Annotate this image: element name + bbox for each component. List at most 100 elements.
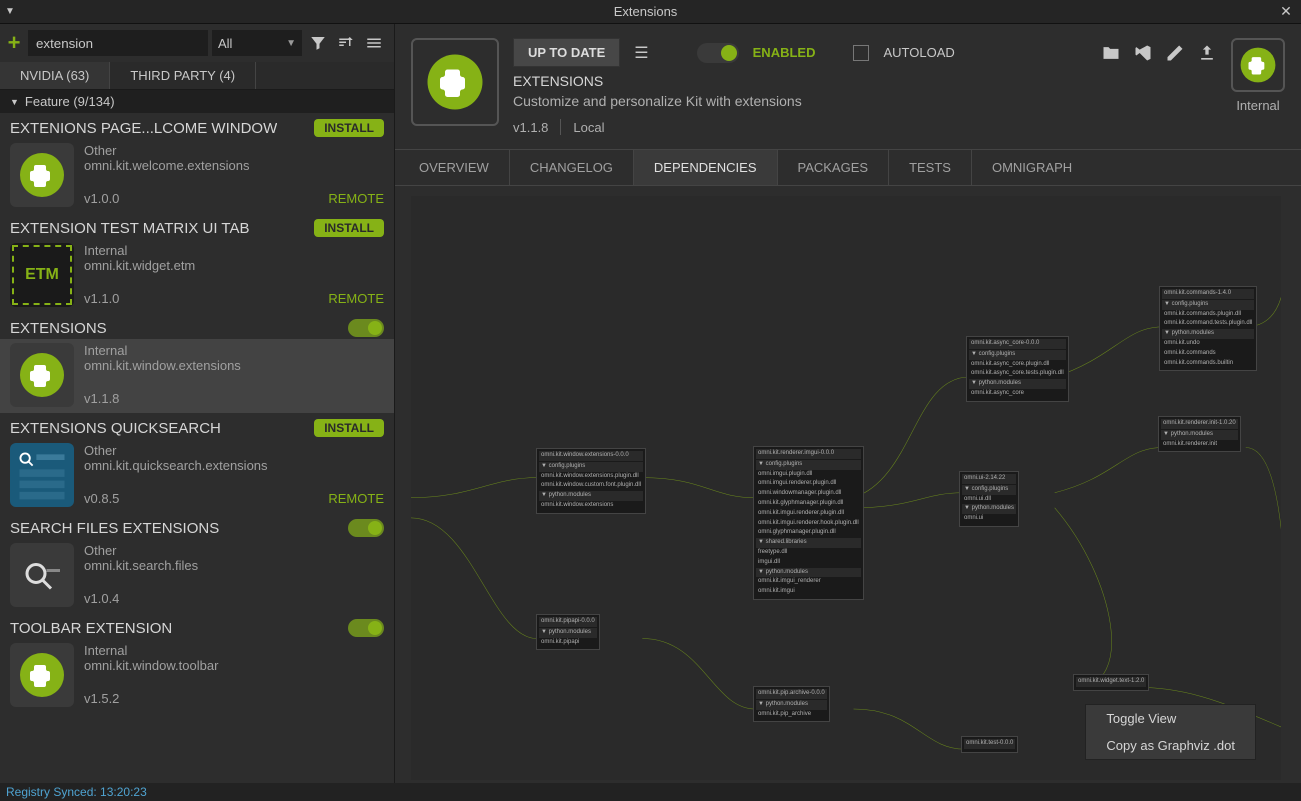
- detail-location: Local: [573, 120, 604, 135]
- add-icon[interactable]: +: [4, 30, 24, 56]
- extension-item[interactable]: EXTENSIONS QUICKSEARCH INSTALL Otheromni.k…: [0, 413, 394, 513]
- extension-icon: [10, 143, 74, 207]
- extension-version: v1.1.8: [84, 391, 119, 406]
- graph-node[interactable]: omni.kit.renderer.init-1.0.20▼ python.mo…: [1158, 416, 1241, 452]
- titlebar: ▼ Extensions ✕: [0, 0, 1301, 24]
- autoload-label: AUTOLOAD: [883, 45, 954, 60]
- enabled-toggle[interactable]: [697, 43, 739, 63]
- detail-tab-overview[interactable]: OVERVIEW: [399, 150, 510, 185]
- graph-node[interactable]: omni.kit.commands-1.4.0▼ config.pluginso…: [1159, 286, 1257, 371]
- context-menu: Toggle View Copy as Graphviz .dot: [1085, 704, 1256, 760]
- extension-category: Internal: [84, 343, 384, 358]
- detail-panel: UP TO DATE ☰ ENABLED AUTOLOAD EXTEN: [395, 24, 1301, 800]
- extension-item[interactable]: EXTENSION TEST MATRIX UI TAB INSTALL ETM In…: [0, 213, 394, 313]
- extension-icon: ETM: [10, 243, 74, 307]
- detail-tab-tests[interactable]: TESTS: [889, 150, 972, 185]
- hamburger-icon[interactable]: ☰: [634, 43, 648, 63]
- sort-icon[interactable]: [334, 31, 358, 55]
- graph-node[interactable]: omni.ui-2.14.22▼ config.pluginsomni.ui.d…: [959, 471, 1019, 527]
- extension-icon: [10, 543, 74, 607]
- open-folder-icon[interactable]: [1101, 43, 1121, 63]
- install-button[interactable]: INSTALL: [314, 219, 384, 237]
- extension-id: omni.kit.search.files: [84, 558, 384, 573]
- extension-name: EXTENIONS PAGE...LCOME WINDOW: [10, 120, 277, 137]
- detail-tabs: OVERVIEWCHANGELOGDEPENDENCIESPACKAGESTES…: [395, 149, 1301, 186]
- extension-item[interactable]: EXTENSIONSInternalomni.kit.window.extens…: [0, 313, 394, 413]
- tab-nvidia[interactable]: NVIDIA (63): [0, 62, 110, 89]
- extension-category: Other: [84, 143, 384, 158]
- detail-tab-dependencies[interactable]: DEPENDENCIES: [634, 150, 778, 185]
- graph-node[interactable]: omni.kit.test-0.0.0: [961, 736, 1018, 753]
- context-menu-toggle-view[interactable]: Toggle View: [1086, 705, 1255, 732]
- window-title: Extensions: [20, 4, 1271, 19]
- extension-status: REMOTE: [328, 491, 384, 506]
- graph-node[interactable]: omni.kit.pip.archive-0.0.0▼ python.modul…: [753, 686, 830, 722]
- tab-third-party[interactable]: THIRD PARTY (4): [110, 62, 256, 89]
- detail-title: EXTENSIONS: [513, 73, 1217, 89]
- graph-node[interactable]: omni.kit.pipapi-0.0.0▼ python.modulesomn…: [536, 614, 600, 650]
- extension-category: Other: [84, 543, 384, 558]
- extension-category: Other: [84, 443, 384, 458]
- extension-id: omni.kit.widget.etm: [84, 258, 384, 273]
- extension-version: v1.5.2: [84, 691, 119, 706]
- detail-tab-packages[interactable]: PACKAGES: [778, 150, 890, 185]
- context-menu-copy-dot[interactable]: Copy as Graphviz .dot: [1086, 732, 1255, 759]
- install-button[interactable]: INSTALL: [314, 419, 384, 437]
- export-icon[interactable]: [1197, 43, 1217, 63]
- autoload-checkbox[interactable]: [853, 45, 869, 61]
- search-input[interactable]: [28, 30, 208, 56]
- vscode-icon[interactable]: [1133, 43, 1153, 63]
- filter-dropdown[interactable]: All ▼: [212, 30, 302, 56]
- detail-icon: [411, 38, 499, 126]
- graph-node[interactable]: omni.kit.async_core-0.0.0▼ config.plugin…: [966, 336, 1069, 402]
- extension-name: EXTENSION TEST MATRIX UI TAB: [10, 220, 250, 237]
- extension-id: omni.kit.welcome.extensions: [84, 158, 384, 173]
- extension-id: omni.kit.window.toolbar: [84, 658, 384, 673]
- extension-category: Internal: [84, 643, 384, 658]
- update-button[interactable]: UP TO DATE: [513, 38, 620, 67]
- category-label: Feature (9/134): [25, 94, 115, 109]
- titlebar-chevron-icon[interactable]: ▼: [0, 6, 20, 17]
- extension-version: v1.0.0: [84, 191, 119, 206]
- extension-name: SEARCH FILES EXTENSIONS: [10, 520, 219, 537]
- close-icon[interactable]: ✕: [1271, 3, 1301, 20]
- extension-item[interactable]: EXTENIONS PAGE...LCOME WINDOW INSTALL Othe…: [0, 113, 394, 213]
- extension-name: EXTENSIONS QUICKSEARCH: [10, 420, 221, 437]
- extension-id: omni.kit.quicksearch.extensions: [84, 458, 384, 473]
- extension-status: REMOTE: [328, 291, 384, 306]
- extension-id: omni.kit.window.extensions: [84, 358, 384, 373]
- left-panel: + All ▼ NVIDIA (63) THIRD PARTY (4) ▼ Fe…: [0, 24, 395, 800]
- menu-icon[interactable]: [362, 31, 386, 55]
- detail-tab-omnigraph[interactable]: OMNIGRAPH: [972, 150, 1092, 185]
- detail-description: Customize and personalize Kit with exten…: [513, 93, 1217, 109]
- chevron-down-icon: ▼: [10, 97, 19, 107]
- extension-toggle[interactable]: [348, 619, 384, 637]
- graph-node[interactable]: omni.kit.renderer.imgui-0.0.0▼ config.pl…: [753, 446, 864, 600]
- filter-dropdown-label: All: [218, 36, 232, 51]
- extension-toggle[interactable]: [348, 519, 384, 537]
- dependency-graph[interactable]: Toggle View Copy as Graphviz .dot omni.k…: [411, 196, 1281, 780]
- extension-version: v1.1.0: [84, 291, 119, 306]
- extension-icon: [10, 343, 74, 407]
- graph-node[interactable]: omni.kit.widget.text-1.2.0: [1073, 674, 1149, 691]
- extension-toggle[interactable]: [348, 319, 384, 337]
- category-header[interactable]: ▼ Feature (9/134): [0, 90, 394, 113]
- extension-list[interactable]: EXTENIONS PAGE...LCOME WINDOW INSTALL Othe…: [0, 113, 394, 800]
- filter-icon[interactable]: [306, 31, 330, 55]
- badge-label: Internal: [1231, 98, 1285, 113]
- extension-icon: [10, 443, 74, 507]
- left-toolbar: + All ▼: [0, 24, 394, 62]
- extension-item[interactable]: TOOLBAR EXTENSION Internalomni.kit.window…: [0, 613, 394, 713]
- detail-header: UP TO DATE ☰ ENABLED AUTOLOAD EXTEN: [395, 24, 1301, 149]
- detail-tab-changelog[interactable]: CHANGELOG: [510, 150, 634, 185]
- detail-version: v1.1.8: [513, 120, 548, 135]
- extension-item[interactable]: SEARCH FILES EXTENSIONS Otheromni.kit.sea…: [0, 513, 394, 613]
- extension-status: REMOTE: [328, 191, 384, 206]
- extension-name: TOOLBAR EXTENSION: [10, 620, 172, 637]
- edit-icon[interactable]: [1165, 43, 1185, 63]
- badge-icon: [1231, 38, 1285, 92]
- graph-node[interactable]: omni.kit.window.extensions-0.0.0▼ config…: [536, 448, 646, 514]
- install-button[interactable]: INSTALL: [314, 119, 384, 137]
- extension-icon: [10, 643, 74, 707]
- extension-category: Internal: [84, 243, 384, 258]
